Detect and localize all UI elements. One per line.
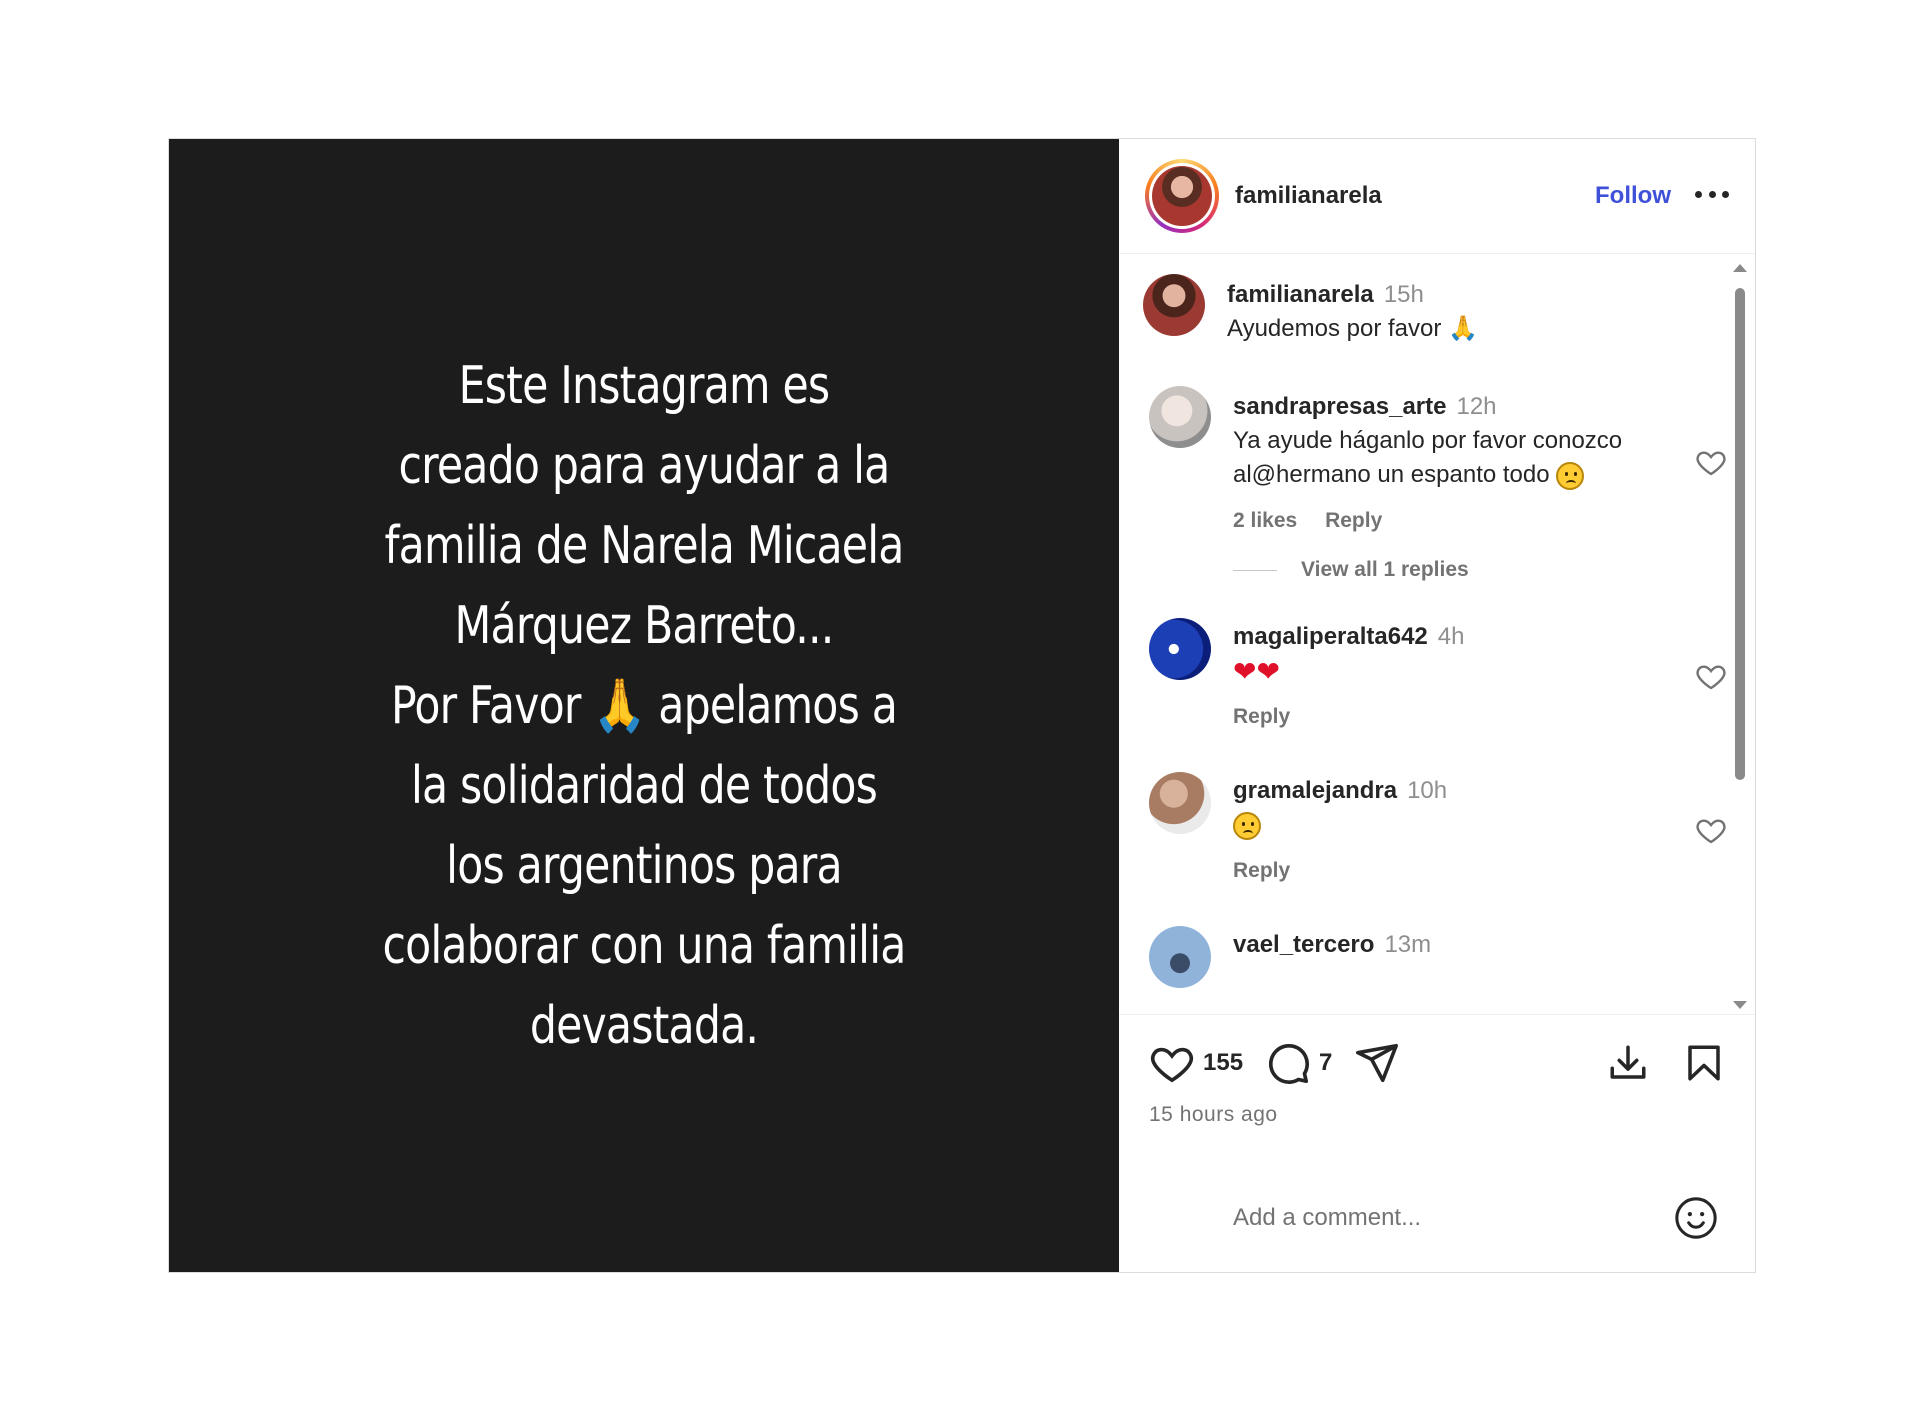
- sad-face-emoji-icon: [1556, 461, 1585, 490]
- caption-username[interactable]: familianarela: [1227, 281, 1374, 308]
- post-header: familianarela Follow: [1119, 139, 1755, 255]
- comment-item: vael_tercero 13m: [1149, 926, 1685, 989]
- comment-username[interactable]: sandrapresas_arte: [1233, 393, 1446, 420]
- avatar[interactable]: [1149, 386, 1211, 449]
- avatar[interactable]: [1143, 274, 1205, 337]
- comment-icon: [1269, 1043, 1310, 1084]
- save-button[interactable]: [1683, 1042, 1725, 1084]
- avatar[interactable]: [1149, 772, 1211, 835]
- add-comment-input[interactable]: [1231, 1202, 1673, 1233]
- scrollbar[interactable]: [1733, 264, 1747, 1010]
- sad-face-emoji-icon: [1233, 811, 1261, 840]
- share-icon: [1356, 1043, 1399, 1082]
- avatar-image: [1152, 166, 1212, 227]
- download-button[interactable]: [1607, 1042, 1649, 1084]
- comment-composer: [1119, 1162, 1755, 1272]
- like-button[interactable]: [1149, 1040, 1195, 1086]
- reply-button[interactable]: Reply: [1325, 509, 1382, 532]
- post-time: 15 hours ago: [1149, 1102, 1278, 1126]
- emoji-icon[interactable]: [1673, 1195, 1719, 1241]
- scroll-up-arrow-icon[interactable]: [1733, 264, 1747, 273]
- more-icon[interactable]: [1695, 191, 1729, 201]
- profile-avatar[interactable]: [1145, 159, 1219, 234]
- story-text: Este Instagram es creado para ayudar a l…: [382, 355, 906, 1056]
- caption: familianarela 15h Ayudemos por favor 🙏: [1143, 274, 1685, 346]
- scroll-down-arrow-icon[interactable]: [1733, 1001, 1747, 1010]
- caption-text: Ayudemos por favor 🙏: [1227, 315, 1478, 343]
- share-button[interactable]: [1354, 1040, 1400, 1086]
- comment-time: 13m: [1384, 931, 1432, 959]
- comment-username[interactable]: vael_tercero: [1233, 931, 1374, 958]
- comment-username[interactable]: gramalejandra: [1233, 777, 1397, 804]
- like-count[interactable]: 155: [1203, 1049, 1243, 1077]
- avatar[interactable]: [1149, 618, 1211, 681]
- comment-count: 7: [1319, 1048, 1333, 1076]
- comments-list[interactable]: familianarela 15h Ayudemos por favor 🙏 sa…: [1119, 254, 1755, 1014]
- red-heart-emoji-icon: ❤: [1256, 655, 1280, 687]
- comment-time: 10h: [1407, 777, 1448, 805]
- like-comment-heart-icon[interactable]: [1695, 660, 1727, 692]
- story-image: Este Instagram es creado para ayudar a l…: [169, 139, 1119, 1272]
- comment-button[interactable]: [1265, 1040, 1311, 1086]
- bookmark-icon: [1688, 1045, 1720, 1081]
- comment-time: 12h: [1456, 393, 1497, 421]
- comment-username[interactable]: magaliperalta642: [1233, 623, 1428, 650]
- comment-item: magaliperalta642 4h ❤❤ Reply: [1149, 618, 1726, 734]
- red-heart-emoji-icon: ❤: [1233, 655, 1257, 687]
- follow-button[interactable]: Follow: [1595, 182, 1671, 210]
- caption-time: 15h: [1383, 281, 1424, 309]
- like-comment-heart-icon[interactable]: [1695, 446, 1727, 478]
- heart-icon: [1150, 1047, 1194, 1083]
- download-icon: [1610, 1045, 1646, 1079]
- header-username[interactable]: familianarela: [1235, 182, 1595, 210]
- avatar[interactable]: [1149, 926, 1211, 989]
- view-replies-label: View all 1 replies: [1301, 558, 1469, 582]
- comment-time: 4h: [1437, 623, 1465, 651]
- comment-item: gramalejandra 10h Reply: [1149, 772, 1726, 888]
- reply-button[interactable]: Reply: [1233, 859, 1290, 882]
- post-panel: familianarela Follow familianarela 15h Ay…: [1119, 139, 1755, 1272]
- scroll-thumb[interactable]: [1735, 288, 1745, 781]
- divider: [1233, 569, 1277, 571]
- comment-likes[interactable]: 2 likes: [1233, 509, 1297, 532]
- reply-button[interactable]: Reply: [1233, 705, 1290, 728]
- action-bar: 155 7 15 hours ago: [1119, 1013, 1755, 1163]
- like-comment-heart-icon[interactable]: [1695, 814, 1727, 846]
- instagram-post: Este Instagram es creado para ayudar a l…: [168, 138, 1756, 1273]
- comment-item: sandrapresas_arte 12h Ya ayude háganlo po…: [1149, 386, 1726, 538]
- view-replies-button[interactable]: View all 1 replies: [1233, 558, 1685, 582]
